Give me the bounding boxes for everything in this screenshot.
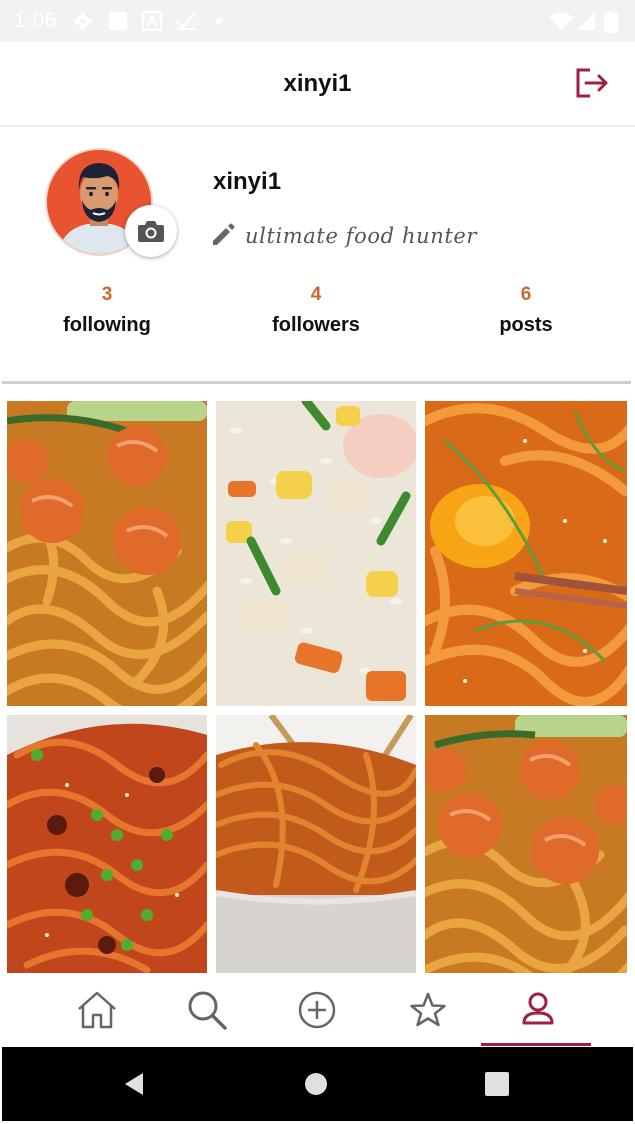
post-thumbnail[interactable] bbox=[425, 401, 627, 706]
profile-icon bbox=[522, 992, 554, 1025]
profile-bio: ultimate food hunter bbox=[245, 224, 478, 248]
stat-followers[interactable]: 4 followers bbox=[226, 284, 406, 337]
status-time: 1:06 bbox=[14, 9, 57, 32]
a-icon bbox=[142, 11, 162, 31]
post-thumbnail[interactable] bbox=[7, 401, 207, 706]
profile-username: xinyi1 bbox=[213, 168, 282, 195]
header-divider bbox=[0, 125, 635, 127]
post-thumbnail[interactable] bbox=[216, 715, 416, 973]
logout-icon bbox=[576, 68, 608, 98]
wifi-icon bbox=[549, 12, 573, 30]
post-thumbnail[interactable] bbox=[425, 715, 627, 973]
active-tab-indicator bbox=[481, 1043, 591, 1046]
nav-add-post[interactable] bbox=[292, 987, 342, 1033]
home-circle-icon bbox=[305, 1073, 327, 1095]
system-recents-button[interactable] bbox=[482, 1069, 512, 1099]
spicy-noodles-image bbox=[7, 715, 207, 973]
stat-posts[interactable]: 6 posts bbox=[436, 284, 616, 337]
nav-profile[interactable] bbox=[513, 987, 563, 1033]
shrimp-udon-image bbox=[425, 715, 627, 973]
udon-with-egg-image bbox=[425, 401, 627, 706]
section-divider bbox=[2, 381, 631, 384]
system-home-button[interactable] bbox=[301, 1069, 331, 1099]
status-bar: 1:06 bbox=[0, 0, 635, 42]
stat-label: posts bbox=[499, 314, 553, 336]
nav-home[interactable] bbox=[72, 987, 122, 1033]
nav-favorites[interactable] bbox=[403, 987, 453, 1033]
app-bar: xinyi1 bbox=[0, 42, 635, 126]
page-title: xinyi1 bbox=[283, 70, 352, 97]
post-thumbnail[interactable] bbox=[216, 401, 416, 706]
stat-count: 4 bbox=[310, 284, 322, 305]
post-grid bbox=[7, 401, 627, 973]
change-photo-button[interactable] bbox=[125, 205, 177, 257]
star-icon bbox=[410, 992, 446, 1027]
signal-icon bbox=[577, 12, 595, 30]
add-icon bbox=[298, 991, 336, 1029]
stat-count: 3 bbox=[101, 284, 113, 305]
stat-following[interactable]: 3 following bbox=[17, 284, 197, 337]
bottom-nav bbox=[0, 973, 635, 1047]
battery-icon bbox=[604, 11, 618, 33]
stat-count: 6 bbox=[520, 284, 532, 305]
noodle-bowl-image bbox=[216, 715, 416, 973]
home-icon bbox=[78, 991, 116, 1029]
fried-rice-image bbox=[216, 401, 416, 706]
square-icon bbox=[109, 12, 127, 30]
search-icon bbox=[188, 991, 227, 1030]
stat-label: followers bbox=[272, 314, 360, 336]
settings-icon bbox=[74, 12, 92, 30]
nav-search[interactable] bbox=[182, 987, 232, 1033]
dot-icon bbox=[216, 18, 222, 24]
logout-button[interactable] bbox=[570, 64, 614, 104]
post-thumbnail[interactable] bbox=[7, 715, 207, 973]
system-nav-bar bbox=[2, 1047, 633, 1121]
check-icon bbox=[176, 12, 196, 30]
back-icon bbox=[125, 1073, 143, 1095]
stat-label: following bbox=[63, 314, 151, 336]
recents-icon bbox=[485, 1072, 509, 1096]
shrimp-udon-image bbox=[7, 401, 207, 706]
pencil-icon[interactable] bbox=[210, 222, 236, 248]
camera-icon bbox=[138, 221, 164, 242]
system-back-button[interactable] bbox=[119, 1069, 149, 1099]
